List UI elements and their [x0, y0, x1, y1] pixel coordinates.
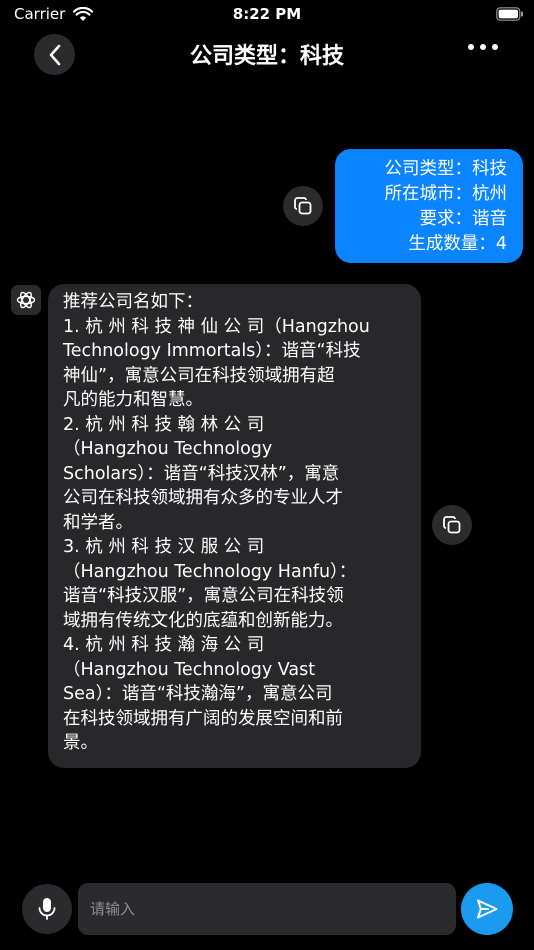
message-line: （Hangzhou Technology — [63, 439, 273, 459]
copy-assistant-message-button[interactable] — [432, 505, 472, 545]
user-message-bubble: 公司类型：科技 所在城市：杭州 要求：谐音 生成数量：4 — [335, 149, 523, 263]
message-line: 所在城市：杭州 — [384, 184, 508, 204]
message-line: 2. 杭 州 科 技 翰 林 公 司 — [63, 414, 265, 435]
microphone-icon — [38, 898, 56, 920]
message-line: 4. 杭 州 科 技 瀚 海 公 司 — [63, 635, 265, 655]
send-icon — [477, 899, 498, 919]
more-dot — [492, 44, 498, 50]
message-line: Sea）：谐音“科技瀚海”，寓意公司 — [63, 684, 333, 704]
openai-logo-icon — [16, 291, 36, 309]
status-bar: Carrier 8:22 PM — [0, 0, 534, 28]
message-line: 和学者。 — [63, 512, 133, 533]
nav-bar: 公司类型：科技 — [0, 28, 534, 80]
copy-user-message-button[interactable] — [283, 186, 323, 226]
message-line: 要求：谐音 — [419, 209, 508, 229]
message-line: （Hangzhou Technology Hanfu）： — [63, 561, 357, 582]
message-line: 3. 杭 州 科 技 汉 服 公 司 — [63, 537, 265, 557]
battery-icon — [496, 6, 524, 25]
message-line: 1. 杭 州 科 技 神 仙 公 司（Hangzhou — [63, 316, 370, 337]
copy-icon — [443, 516, 461, 534]
message-line: 谐音“科技汉服”，寓意公司在科技领 — [63, 586, 344, 606]
more-dot — [480, 44, 486, 50]
status-time: 8:22 PM — [232, 5, 302, 23]
assistant-avatar — [11, 285, 41, 315]
message-line: 在科技领域拥有广阔的发展空间和前 — [63, 708, 343, 729]
message-line: 公司在科技领域拥有众多的专业人才 — [63, 488, 343, 508]
copy-icon — [294, 197, 312, 215]
more-dot — [468, 44, 474, 50]
message-input[interactable] — [78, 883, 456, 935]
message-line: 凡的能力和智慧。 — [63, 390, 203, 410]
message-line: 域拥有传统文化的底蕴和创新能力。 — [63, 610, 343, 631]
assistant-message-bubble: 推荐公司名如下： 1. 杭 州 科 技 神 仙 公 司（Hangzhou Tec… — [48, 284, 421, 768]
message-line: Scholars）：谐音“科技汉林”，寓意 — [63, 463, 340, 484]
message-line: 推荐公司名如下： — [63, 292, 203, 312]
message-line: （Hangzhou Technology Vast — [63, 659, 316, 680]
voice-input-button[interactable] — [22, 884, 72, 934]
message-line: 神仙”，寓意公司在科技领域拥有超 — [63, 365, 335, 386]
send-button[interactable] — [461, 883, 513, 935]
message-line: 生成数量：4 — [408, 234, 507, 254]
message-line: Technology Immortals）：谐音“科技 — [63, 341, 361, 361]
page-title: 公司类型：科技 — [189, 44, 344, 69]
input-bar — [0, 874, 534, 950]
message-line: 公司类型：科技 — [384, 159, 508, 179]
message-line: 景。 — [63, 733, 98, 753]
more-icon[interactable] — [468, 44, 498, 50]
